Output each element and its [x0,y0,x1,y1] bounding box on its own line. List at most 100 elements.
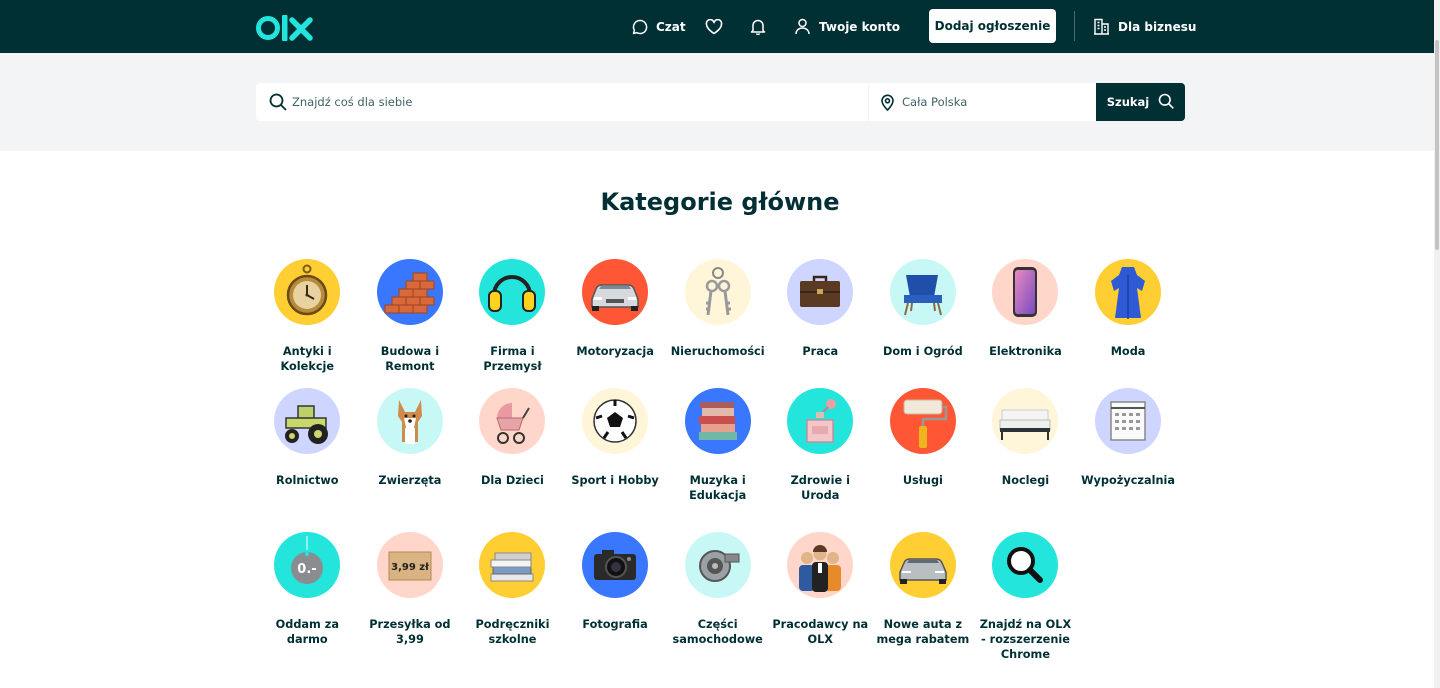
category-label: Części samochodowe [672,618,763,646]
notifications-button[interactable] [750,0,766,53]
category-accommodation[interactable]: Noclegi [974,388,1077,532]
football-icon [582,388,649,454]
category-rental[interactable]: Wypożyczalnia [1077,388,1180,532]
category-label: Budowa i Remont [380,345,440,373]
category-employers[interactable]: Pracodawcy na OLX [769,532,872,672]
header-divider [1074,11,1075,41]
category-label: Usługi [902,474,943,487]
business-label: Dla biznesu [1118,19,1197,34]
bed-icon [992,388,1059,454]
account-link[interactable]: Twoje konto [794,0,900,53]
people-icon [787,532,854,598]
category-label: Dom i Ogród [882,345,963,358]
category-label: Dla Dzieci [481,474,544,487]
category-fashion[interactable]: Moda [1077,259,1180,388]
category-label: Nowe auta z mega rabatem [876,618,970,646]
category-photography[interactable]: Fotografia [564,532,667,672]
magnifier-icon [992,532,1059,598]
top-header: Czat Twoje konto Dodaj ogłoszenie Dla bi… [0,0,1440,53]
category-label: Pracodawcy na OLX [772,618,869,646]
car-icon [582,259,649,325]
category-real-estate[interactable]: Nieruchomości [666,259,769,388]
books-icon [684,388,751,454]
categories-title: Kategorie główne [600,188,840,216]
calendar-icon [1095,388,1162,454]
category-textbooks[interactable]: Podręczniki szkolne [461,532,564,672]
tractor-icon [274,388,341,454]
camera-icon [582,532,649,598]
armchair-icon [889,259,956,325]
category-construction[interactable]: Budowa i Remont [359,259,462,388]
page-scrollbar[interactable] [1434,0,1440,688]
turbocharger-icon [684,532,751,598]
category-free[interactable]: 0.- Oddam za darmo [256,532,359,672]
category-new-cars[interactable]: Nowe auta z mega rabatem [872,532,975,672]
category-label: Oddam za darmo [275,618,339,646]
chat-link[interactable]: Czat [632,0,686,53]
heart-icon [705,18,723,35]
search-section: Szukaj [0,53,1440,151]
bricks-icon [376,259,443,325]
chat-bubble-icon [632,19,648,35]
price-tag-text: 0.- [298,562,317,577]
parcel-icon: 3,99 zł [376,532,443,598]
account-label: Twoje konto [819,19,901,34]
bell-icon [750,18,766,35]
category-label: Wypożyczalnia [1081,474,1175,487]
search-location-separator [868,83,869,121]
smartphone-icon [992,259,1059,325]
category-agriculture[interactable]: Rolnictwo [256,388,359,532]
category-label: Przesyłka od 3,99 [369,618,451,646]
search-input[interactable] [292,83,862,121]
search-button[interactable]: Szukaj [1096,83,1185,121]
favorites-button[interactable] [705,0,723,53]
add-listing-button[interactable]: Dodaj ogłoszenie [929,9,1056,43]
category-label: Znajdź na OLX - rozszerzenie Chrome [979,618,1072,661]
category-shipping[interactable]: 3,99 zł Przesyłka od 3,99 [359,532,462,672]
category-label: Nieruchomości [670,345,765,358]
new-car-icon [889,532,956,598]
category-label: Motoryzacja [576,345,654,358]
category-business-industry[interactable]: Firma i Przemysł [461,259,564,388]
category-jobs[interactable]: Praca [769,259,872,388]
category-home-garden[interactable]: Dom i Ogród [872,259,975,388]
dog-icon [376,388,443,454]
category-sport-hobby[interactable]: Sport i Hobby [564,388,667,532]
chat-label: Czat [656,19,686,34]
categories-grid: Antyki i Kolekcje Budowa i Remont Firma … [256,259,1186,672]
category-label: Firma i Przemysł [483,345,542,373]
ear-protectors-icon [479,259,546,325]
building-icon [1093,18,1110,35]
location-pin-icon [880,94,895,115]
category-automotive[interactable]: Motoryzacja [564,259,667,388]
category-car-parts[interactable]: Części samochodowe [666,532,769,672]
category-chrome-extension[interactable]: Znajdź na OLX - rozszerzenie Chrome [974,532,1077,672]
category-label: Praca [802,345,839,358]
category-label: Elektronika [989,345,1062,358]
category-label: Zwierzęta [378,474,442,487]
briefcase-icon [787,259,854,325]
category-antiques[interactable]: Antyki i Kolekcje [256,259,359,388]
keys-icon [684,259,751,325]
paint-roller-icon [889,388,956,454]
category-label: Podręczniki szkolne [475,618,550,646]
category-health-beauty[interactable]: Zdrowie i Uroda [769,388,872,532]
price-tag-icon: 0.- [274,532,341,598]
category-label: Antyki i Kolekcje [280,345,335,373]
textbooks-icon [479,532,546,598]
category-electronics[interactable]: Elektronika [974,259,1077,388]
search-button-label: Szukaj [1106,95,1150,109]
search-button-icon [1158,93,1174,112]
scrollbar-thumb[interactable] [1435,40,1439,250]
olx-logo[interactable] [256,13,314,43]
category-music-education[interactable]: Muzyka i Edukacja [666,388,769,532]
location-input[interactable] [902,83,1082,121]
category-animals[interactable]: Zwierzęta [359,388,462,532]
parcel-price-text: 3,99 zł [391,562,429,573]
category-label: Rolnictwo [276,474,339,487]
category-kids[interactable]: Dla Dzieci [461,388,564,532]
business-link[interactable]: Dla biznesu [1093,0,1196,53]
user-icon [794,18,811,35]
perfume-icon [787,388,854,454]
category-services[interactable]: Usługi [872,388,975,532]
